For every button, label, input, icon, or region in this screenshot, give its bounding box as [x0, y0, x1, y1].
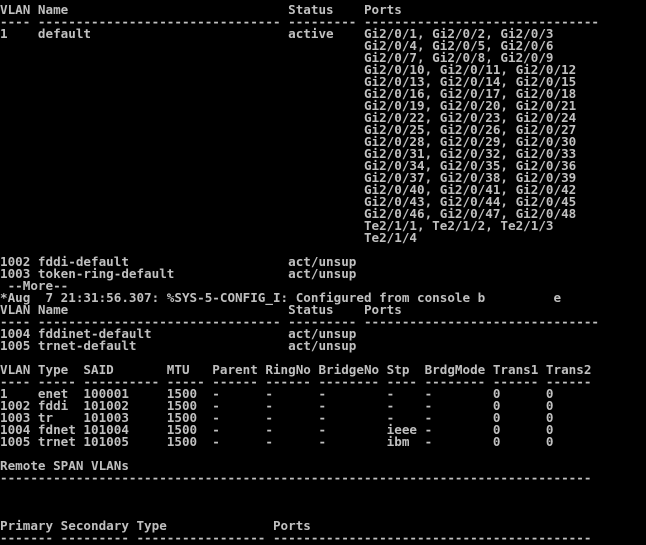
terminal-line: Primary Secondary Type Ports	[0, 518, 311, 533]
terminal-window[interactable]: VLAN Name Status Ports ---- -------------…	[0, 0, 646, 544]
separator-line: ----------------------------------------…	[0, 470, 592, 485]
terminal-line: 1005 trnet-default act/unsup	[0, 338, 357, 353]
terminal-line: Te2/1/4	[0, 230, 418, 245]
separator-line: ------- --------- ----------------- ----…	[0, 530, 592, 545]
terminal-line: 1005 trnet 101005 1500 - - - ibm - 0 0	[0, 434, 554, 449]
